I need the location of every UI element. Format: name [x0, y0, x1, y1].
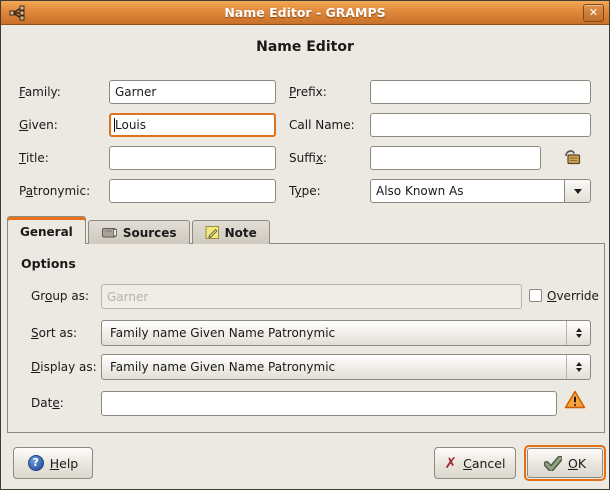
prefix-label: Prefix: — [289, 84, 327, 100]
group-as-field — [101, 284, 522, 309]
ok-button-focus-ring: OK — [524, 445, 606, 481]
help-button[interactable]: ? Help — [13, 447, 93, 479]
family-field[interactable] — [109, 80, 276, 104]
display-as-combobox[interactable]: Family name Given Name Patronymic — [101, 354, 591, 380]
page-title: Name Editor — [1, 39, 609, 55]
date-field[interactable] — [101, 391, 557, 416]
cancel-icon: ✗ — [445, 456, 458, 471]
options-heading: Options — [21, 256, 76, 271]
window-title: Name Editor - GRAMPS — [1, 1, 609, 25]
type-label: Type: — [289, 183, 321, 199]
type-dropdown-button[interactable] — [564, 180, 590, 202]
given-field[interactable] — [109, 113, 276, 137]
title-label: Title: — [19, 150, 49, 166]
ok-check-icon — [544, 456, 562, 471]
suffix-label: Suffix: — [289, 150, 327, 166]
privacy-lock-icon[interactable] — [562, 147, 582, 165]
prefix-field[interactable] — [370, 80, 591, 104]
display-as-value: Family name Given Name Patronymic — [102, 360, 566, 374]
sort-as-value: Family name Given Name Patronymic — [102, 326, 566, 340]
date-label: Date: — [31, 395, 64, 411]
call-name-label: Call Name: — [289, 117, 355, 133]
suffix-field[interactable] — [370, 146, 541, 170]
sort-as-combobox[interactable]: Family name Given Name Patronymic — [101, 320, 591, 346]
tab-sources-label: Sources — [123, 226, 177, 240]
close-icon: ✕ — [589, 6, 598, 19]
titlebar[interactable]: Name Editor - GRAMPS ✕ — [1, 1, 609, 25]
family-label: Family: — [19, 84, 61, 100]
note-icon — [205, 225, 220, 240]
help-button-label: Help — [50, 456, 79, 471]
cancel-button[interactable]: ✗ Cancel — [434, 447, 516, 479]
help-icon: ? — [28, 455, 44, 471]
tab-general-label: General — [20, 225, 73, 239]
chevron-down-icon — [574, 189, 582, 194]
close-button[interactable]: ✕ — [583, 4, 604, 22]
sort-as-label: Sort as: — [31, 325, 77, 341]
display-as-label: Display as: — [31, 359, 97, 375]
override-checkbox[interactable] — [529, 289, 542, 302]
type-combobox[interactable]: Also Known As — [370, 179, 591, 203]
tab-note[interactable]: Note — [192, 220, 270, 244]
book-icon — [101, 226, 118, 239]
spinner-arrows-icon — [566, 321, 590, 345]
warning-icon[interactable] — [564, 390, 586, 409]
ok-button[interactable]: OK — [527, 448, 603, 478]
tab-note-label: Note — [225, 226, 257, 240]
cancel-button-label: Cancel — [463, 456, 505, 471]
ok-button-label: OK — [568, 456, 586, 471]
group-as-label: Group as: — [31, 288, 89, 304]
name-editor-dialog: Name Editor - GRAMPS ✕ Name Editor Famil… — [0, 0, 610, 490]
title-field[interactable] — [109, 146, 276, 170]
patronymic-label: Patronymic: — [19, 183, 90, 199]
patronymic-field[interactable] — [109, 179, 276, 203]
text-caret — [114, 118, 115, 132]
type-value: Also Known As — [371, 180, 564, 202]
tab-general[interactable]: General — [7, 216, 86, 244]
call-name-field[interactable] — [370, 113, 591, 137]
given-label: Given: — [19, 117, 58, 133]
notebook-tabs: General Sources Note — [7, 216, 272, 244]
tab-sources[interactable]: Sources — [88, 220, 190, 244]
override-label[interactable]: Override — [547, 288, 599, 304]
spinner-arrows-icon — [566, 355, 590, 379]
